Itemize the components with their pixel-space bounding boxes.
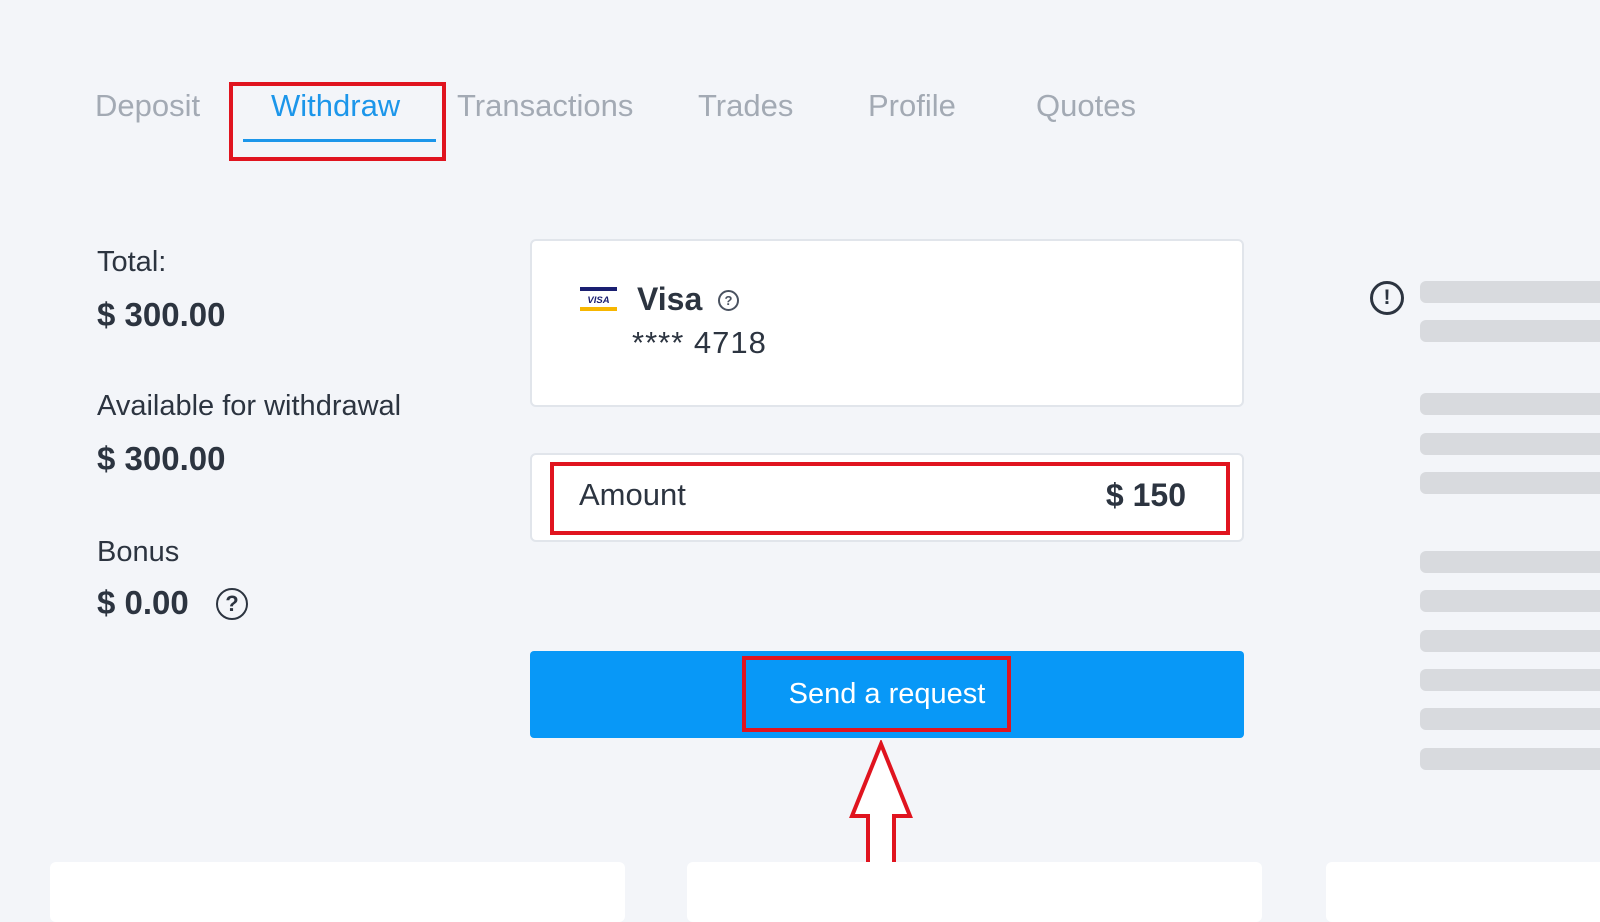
- available-label: Available for withdrawal: [97, 390, 402, 422]
- amount-label: Amount: [579, 477, 686, 512]
- available-value: $ 300.00: [97, 440, 226, 477]
- tab-withdraw[interactable]: Withdraw: [271, 82, 400, 130]
- skeleton-line: [1420, 708, 1600, 730]
- card-name: Visa: [637, 281, 703, 317]
- skeleton-line: [1420, 320, 1600, 342]
- bonus-label: Bonus: [97, 536, 180, 568]
- bottom-panel: [50, 862, 625, 922]
- bottom-panel: [687, 862, 1262, 922]
- skeleton-line: [1420, 433, 1600, 455]
- card-number: **** 4718: [632, 325, 767, 360]
- send-request-button[interactable]: Send a request: [530, 651, 1244, 738]
- visa-logo-icon: VISA: [580, 287, 617, 311]
- visa-logo-text: VISA: [587, 295, 609, 306]
- total-label: Total:: [97, 246, 167, 278]
- skeleton-line: [1420, 281, 1600, 303]
- card-help-icon[interactable]: ?: [718, 290, 739, 311]
- bonus-help-icon[interactable]: ?: [216, 588, 248, 620]
- tab-deposit[interactable]: Deposit: [95, 82, 200, 130]
- skeleton-line: [1420, 551, 1600, 573]
- payment-method-card[interactable]: VISA Visa ? **** 4718: [530, 239, 1244, 407]
- tab-trades[interactable]: Trades: [698, 82, 793, 130]
- bottom-panel: [1326, 862, 1600, 922]
- skeleton-line: [1420, 630, 1600, 652]
- info-icon[interactable]: !: [1370, 281, 1404, 315]
- total-value: $ 300.00: [97, 296, 226, 333]
- skeleton-line: [1420, 748, 1600, 770]
- tab-quotes[interactable]: Quotes: [1036, 82, 1136, 130]
- tab-transactions[interactable]: Transactions: [457, 82, 633, 130]
- amount-value[interactable]: $ 150: [1106, 477, 1186, 514]
- skeleton-line: [1420, 590, 1600, 612]
- tab-profile[interactable]: Profile: [868, 82, 956, 130]
- skeleton-line: [1420, 393, 1600, 415]
- bonus-value: $ 0.00: [97, 584, 189, 621]
- skeleton-line: [1420, 669, 1600, 691]
- amount-field[interactable]: Amount $ 150: [530, 453, 1244, 542]
- skeleton-line: [1420, 472, 1600, 494]
- active-tab-indicator: [243, 139, 436, 142]
